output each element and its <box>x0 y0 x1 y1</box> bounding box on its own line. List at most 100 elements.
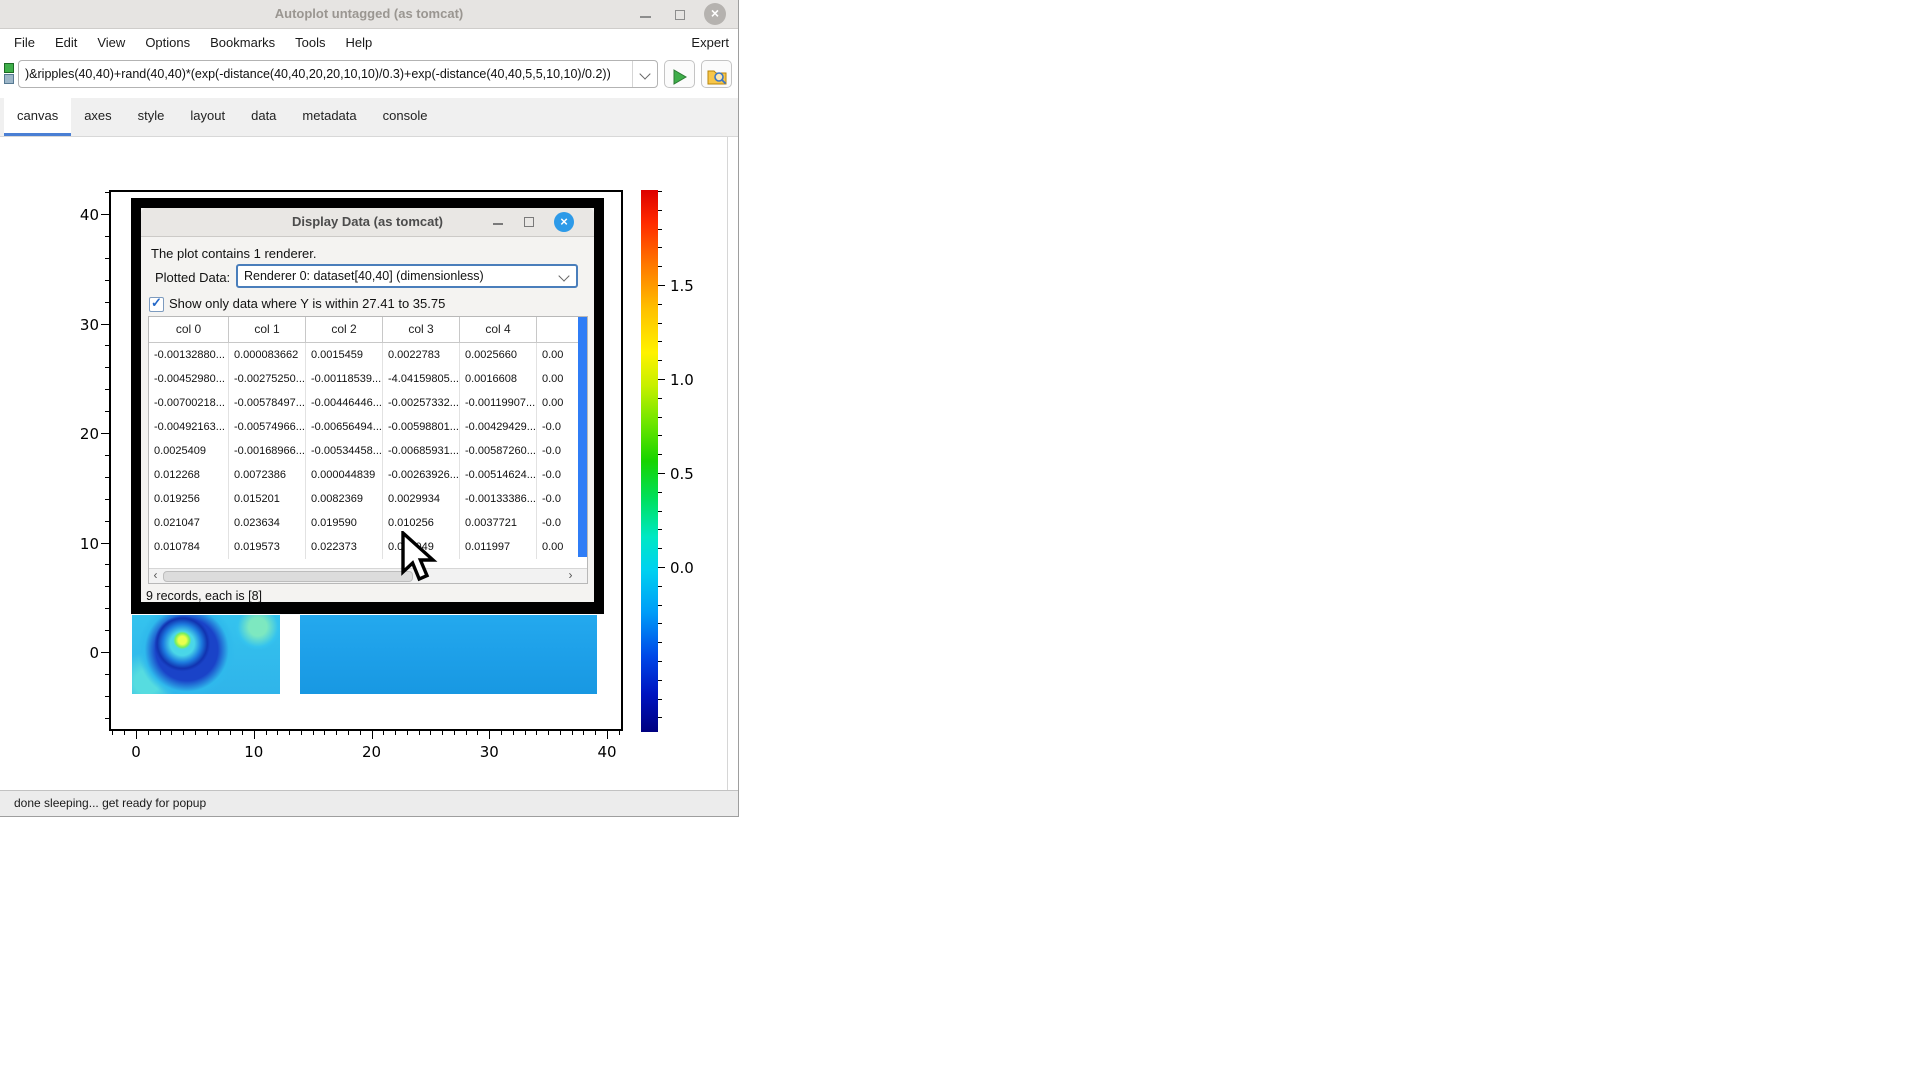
colorbar-tick <box>658 247 662 248</box>
go-button[interactable] <box>664 60 695 88</box>
menu-bookmarks[interactable]: Bookmarks <box>200 29 285 56</box>
x-tick <box>383 731 384 735</box>
colorbar-tick <box>658 398 662 399</box>
colorbar-tick <box>658 473 665 474</box>
browse-button[interactable] <box>701 60 732 88</box>
menu-edit[interactable]: Edit <box>45 29 87 56</box>
column-header[interactable]: col 4 <box>460 317 537 342</box>
table-cell: 0.0082369 <box>306 487 383 511</box>
x-tick <box>395 731 396 735</box>
x-tick <box>348 731 349 735</box>
x-tick <box>525 731 526 735</box>
close-icon[interactable]: × <box>704 3 726 25</box>
scrollbar-thumb[interactable] <box>163 571 413 582</box>
x-tick <box>171 731 172 735</box>
uri-dropdown-button[interactable] <box>632 61 657 87</box>
tab-data[interactable]: data <box>238 98 289 133</box>
table-cell: 0.0029934 <box>383 487 460 511</box>
table-cell: 0.015201 <box>229 487 306 511</box>
dialog-titlebar[interactable]: Display Data (as tomcat) × <box>141 208 594 237</box>
table-row[interactable]: -0.00132880...0.0000836620.00154590.0022… <box>149 343 587 367</box>
table-row[interactable]: 0.0025409-0.00168966...-0.00534458...-0.… <box>149 439 587 463</box>
table-cell: 0.019590 <box>306 511 383 535</box>
x-tick-label: 40 <box>587 743 627 761</box>
scroll-right-icon[interactable]: › <box>564 569 577 582</box>
filter-checkbox-label[interactable]: Show only data where Y is within 27.41 t… <box>169 296 445 311</box>
tab-axes[interactable]: axes <box>71 98 124 133</box>
menu-options[interactable]: Options <box>135 29 200 56</box>
plotted-data-select[interactable]: Renderer 0: dataset[40,40] (dimensionles… <box>236 264 578 288</box>
status-text: done sleeping... get ready for popup <box>14 791 206 815</box>
table-horizontal-scrollbar[interactable]: ‹ › <box>149 568 587 583</box>
menu-tools[interactable]: Tools <box>285 29 335 56</box>
menu-help[interactable]: Help <box>336 29 383 56</box>
dialog-maximize-icon[interactable] <box>520 212 538 230</box>
colorbar-tick <box>658 567 665 568</box>
x-tick <box>513 731 514 735</box>
window-title: Autoplot untagged (as tomcat) <box>0 0 738 28</box>
expert-mode-label[interactable]: Expert <box>691 29 729 56</box>
x-tick <box>536 731 537 735</box>
tab-layout[interactable]: layout <box>177 98 238 133</box>
column-header[interactable]: col 3 <box>383 317 460 342</box>
x-tick <box>277 731 278 735</box>
menu-file[interactable]: File <box>4 29 45 56</box>
play-icon <box>672 69 688 85</box>
table-cell: 0.0022783 <box>383 343 460 367</box>
x-tick <box>548 731 549 735</box>
y-tick-label: 10 <box>57 535 99 553</box>
y-tick <box>105 499 109 500</box>
table-cell: 0.0025660 <box>460 343 537 367</box>
x-tick <box>419 731 420 735</box>
colorbar-tick-label: 1.0 <box>670 371 710 389</box>
tab-console[interactable]: console <box>370 98 441 133</box>
colorbar[interactable] <box>641 190 658 732</box>
table-row[interactable]: -0.00452980...-0.00275250...-0.00118539.… <box>149 367 587 391</box>
table-vertical-scrollbar[interactable] <box>578 317 587 557</box>
uri-input[interactable]: )&ripples(40,40)+rand(40,40)*(exp(-dista… <box>18 60 658 88</box>
y-tick <box>105 630 109 631</box>
y-tick <box>105 586 109 587</box>
colorbar-tick <box>658 642 662 643</box>
table-row[interactable]: 0.0192560.0152010.00823690.0029934-0.001… <box>149 487 587 511</box>
table-row[interactable]: -0.00700218...-0.00578497...-0.00446446.… <box>149 391 587 415</box>
table-cell: -0.00514624... <box>460 463 537 487</box>
minimize-icon[interactable] <box>636 4 656 24</box>
table-row[interactable]: 0.0107840.0195730.0223730.0200490.011997… <box>149 535 587 559</box>
maximize-icon[interactable] <box>670 4 690 24</box>
status-bar: done sleeping... get ready for popup <box>0 790 738 816</box>
table-row[interactable]: -0.00492163...-0.00574966...-0.00656494.… <box>149 415 587 439</box>
dialog-close-icon[interactable]: × <box>554 212 574 232</box>
colorbar-tick <box>658 435 662 436</box>
filter-checkbox[interactable]: ✓ <box>149 297 164 312</box>
uri-value[interactable]: )&ripples(40,40)+rand(40,40)*(exp(-dista… <box>25 61 629 87</box>
tab-canvas[interactable]: canvas <box>4 98 71 136</box>
column-header[interactable]: col 0 <box>149 317 229 342</box>
menu-view[interactable]: View <box>87 29 135 56</box>
table-cell: -0.00534458... <box>306 439 383 463</box>
colorbar-tick <box>658 548 662 549</box>
x-tick <box>289 731 290 735</box>
column-header[interactable]: col 1 <box>229 317 306 342</box>
y-tick <box>101 543 109 544</box>
dialog-minimize-icon[interactable] <box>490 212 508 230</box>
colorbar-tick <box>658 511 662 512</box>
tab-style[interactable]: style <box>125 98 178 133</box>
table-row[interactable]: 0.0122680.00723860.000044839-0.00263926.… <box>149 463 587 487</box>
y-tick <box>105 389 109 390</box>
x-tick <box>336 731 337 735</box>
scroll-left-icon[interactable]: ‹ <box>149 569 162 582</box>
table-cell: 0.000044839 <box>306 463 383 487</box>
window-titlebar[interactable]: Autoplot untagged (as tomcat) × <box>0 0 738 29</box>
y-tick <box>105 608 109 609</box>
x-tick <box>372 731 373 739</box>
table-cell: -0.00656494... <box>306 415 383 439</box>
tab-metadata[interactable]: metadata <box>289 98 369 133</box>
column-header[interactable]: col 2 <box>306 317 383 342</box>
table-cell: 0.023634 <box>229 511 306 535</box>
y-tick <box>105 455 109 456</box>
table-row[interactable]: 0.0210470.0236340.0195900.0102560.003772… <box>149 511 587 535</box>
check-icon: ✓ <box>151 295 162 311</box>
y-tick <box>105 236 109 237</box>
uri-toolbar: )&ripples(40,40)+rand(40,40)*(exp(-dista… <box>0 56 738 96</box>
